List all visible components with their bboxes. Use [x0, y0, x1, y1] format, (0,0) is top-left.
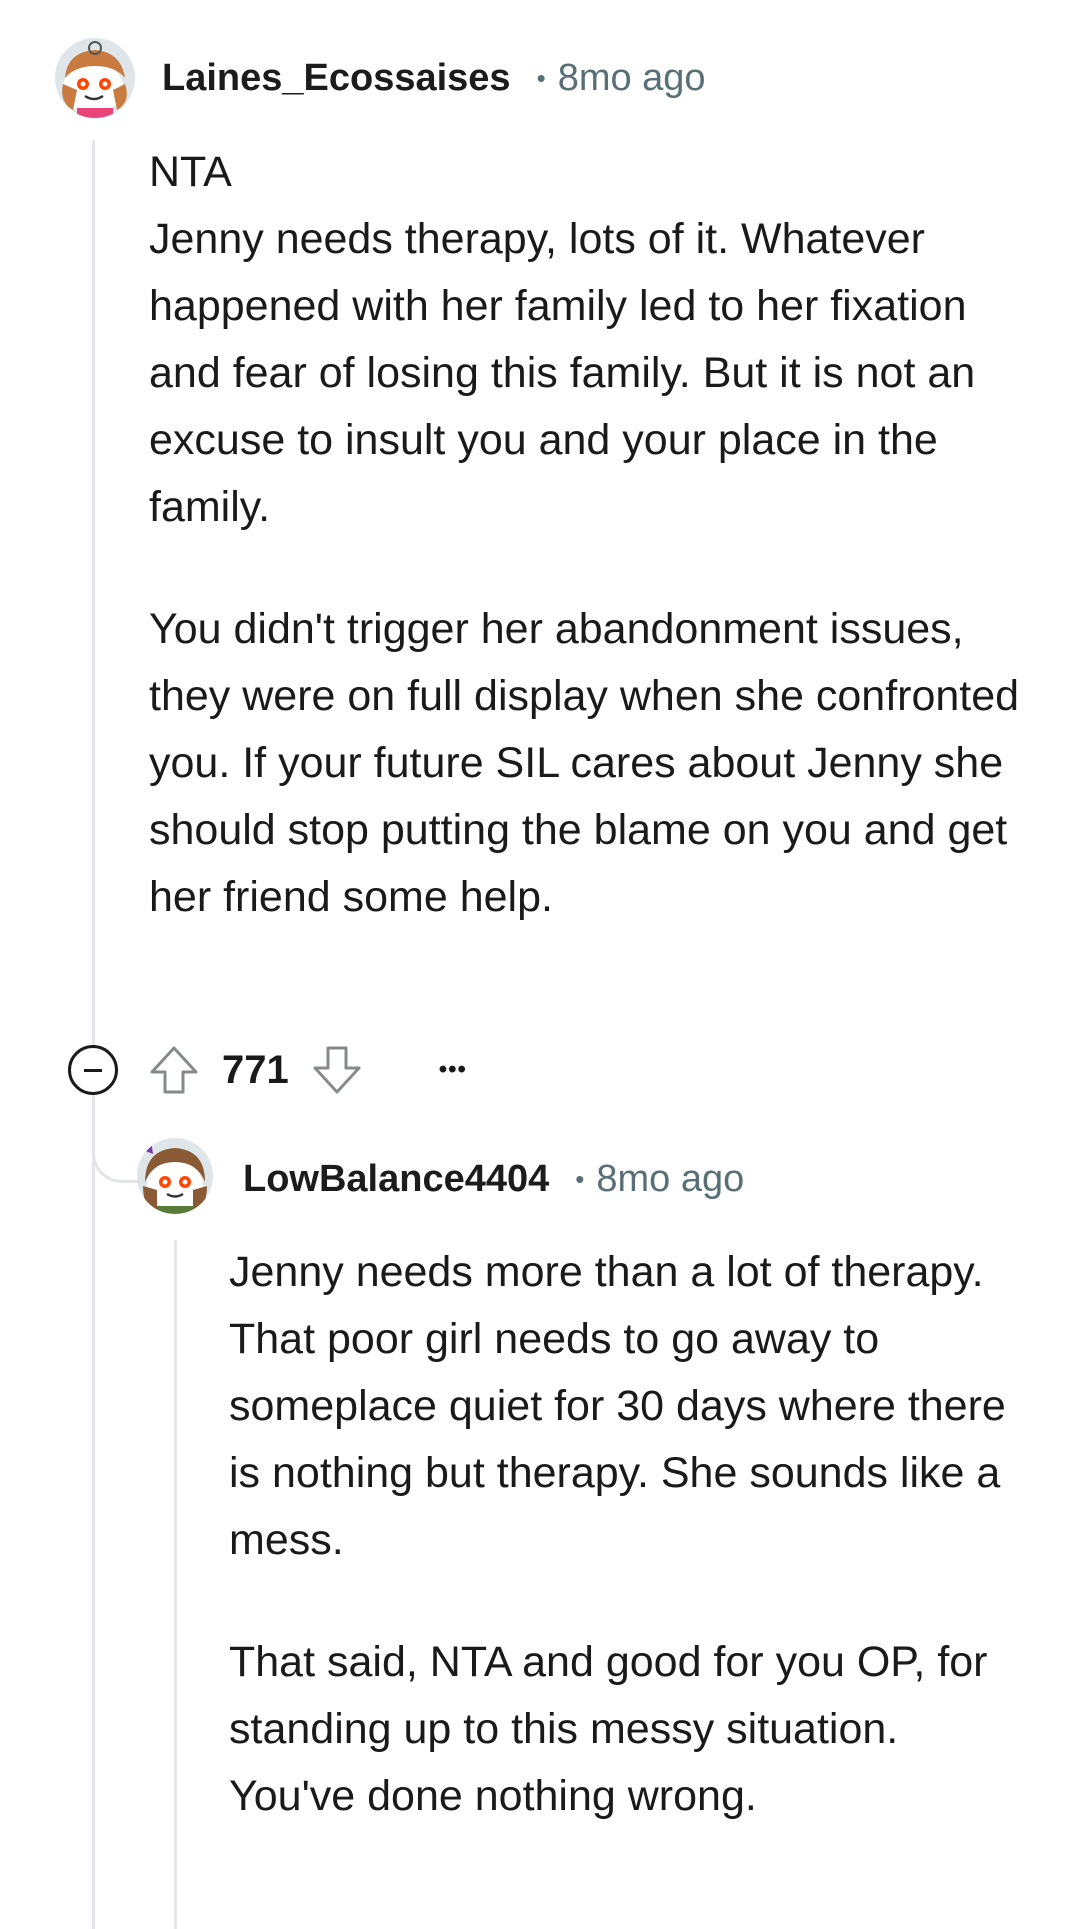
meta-separator: •: [536, 62, 546, 93]
meta-separator: •: [575, 1163, 585, 1194]
user-avatar[interactable]: [55, 38, 135, 118]
thread-line-reply[interactable]: [174, 1240, 177, 1929]
avatar-snoo-icon: [55, 38, 135, 118]
comment-meta: LowBalance4404 • 8mo ago: [243, 1153, 744, 1205]
comment-paragraph: NTA Jenny needs therapy, lots of it. Wha…: [149, 148, 976, 531]
downvote-arrow-icon[interactable]: [311, 1044, 363, 1096]
username[interactable]: Laines_Ecossaises: [162, 57, 511, 100]
thread-line-top-comment[interactable]: [92, 140, 95, 1929]
comment-body: Jenny needs more than a lot of therapy. …: [229, 1239, 1029, 1830]
comment-actions: 771 •••: [68, 1045, 467, 1095]
avatar-snoo-icon: [137, 1138, 213, 1214]
comment-body: NTA Jenny needs therapy, lots of it. Wha…: [149, 139, 1029, 931]
vote-count: 771: [222, 1047, 289, 1092]
comment-paragraph: You didn't trigger her abandonment issue…: [149, 605, 1020, 921]
upvote-arrow-icon[interactable]: [148, 1044, 200, 1096]
collapse-icon[interactable]: [68, 1045, 118, 1095]
comment-paragraph: That said, NTA and good for you OP, for …: [229, 1638, 988, 1820]
user-avatar[interactable]: [137, 1138, 213, 1214]
timestamp: 8mo ago: [557, 56, 706, 99]
comment-meta: Laines_Ecossaises • 8mo ago: [162, 52, 706, 104]
comment-paragraph: Jenny needs more than a lot of therapy. …: [229, 1248, 1006, 1564]
username[interactable]: LowBalance4404: [243, 1158, 549, 1201]
timestamp: 8mo ago: [596, 1157, 745, 1200]
more-options-icon[interactable]: •••: [439, 1050, 467, 1090]
